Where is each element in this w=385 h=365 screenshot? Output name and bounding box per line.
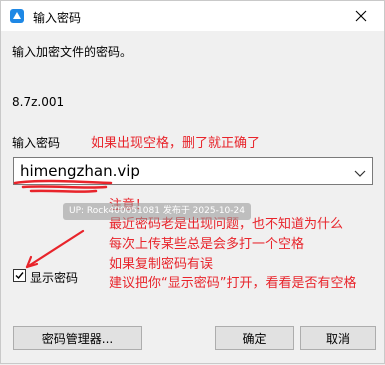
annotation-line: 每次上传某些总是会多打一个空格 bbox=[109, 237, 305, 252]
password-dialog: 输入密码 输入加密文件的密码。 8.7z.001 输入密码 himengzhan… bbox=[0, 0, 385, 364]
file-name: 8.7z.001 bbox=[12, 95, 65, 109]
checkmark-icon bbox=[15, 272, 24, 280]
window-title: 输入密码 bbox=[33, 11, 82, 25]
close-icon[interactable] bbox=[338, 1, 384, 31]
annotation-top-note: 如果出现空格，删了就正确了 bbox=[91, 136, 261, 151]
chevron-down-icon[interactable] bbox=[354, 167, 366, 177]
ok-button[interactable]: 确定 bbox=[215, 326, 294, 350]
arrow-to-checkbox bbox=[25, 229, 85, 269]
password-manager-button[interactable]: 密码管理器... bbox=[13, 326, 142, 350]
prompt-text: 输入加密文件的密码。 bbox=[12, 45, 133, 59]
title-bar: 输入密码 bbox=[1, 1, 384, 31]
password-label: 输入密码 bbox=[12, 136, 61, 150]
show-password-label[interactable]: 显示密码 bbox=[30, 269, 78, 286]
cancel-button[interactable]: 取消 bbox=[300, 326, 376, 350]
annotation-line: 如果复制密码有误 bbox=[109, 257, 214, 272]
app-icon bbox=[9, 8, 25, 24]
upload-watermark: UP: Rock400051081 发布于 2025-10-24 bbox=[63, 203, 251, 220]
password-input[interactable]: himengzhan.vip bbox=[13, 157, 373, 185]
password-value: himengzhan.vip bbox=[20, 162, 140, 180]
show-password-checkbox[interactable] bbox=[13, 269, 26, 282]
arrow-head bbox=[25, 255, 39, 269]
annotation-line: 建议把你“显示密码”打开，看看是否有空格 bbox=[109, 276, 357, 291]
